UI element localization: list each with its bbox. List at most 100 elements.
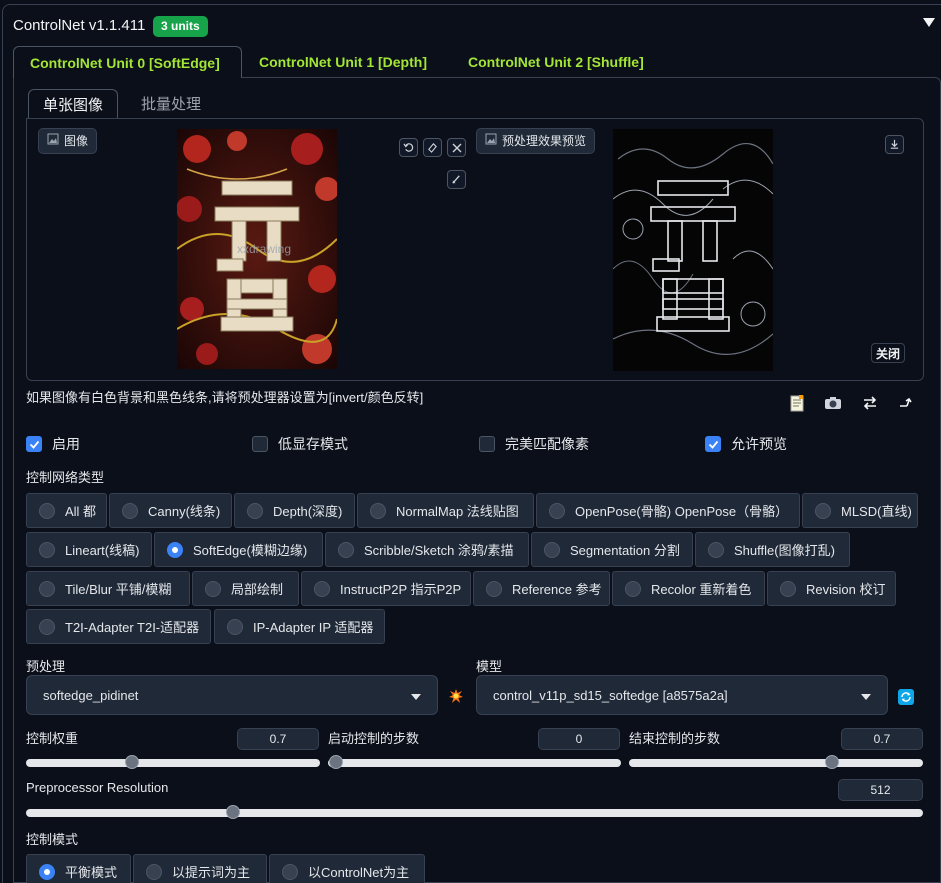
control-type-option[interactable]: Lineart(线稿) (26, 532, 152, 567)
tab-unit-2[interactable]: ControlNet Unit 2 [Shuffle] (452, 46, 660, 78)
pixel-perfect-checkbox[interactable]: 完美匹配像素 (479, 434, 589, 454)
tab-single-image[interactable]: 单张图像 (28, 89, 119, 120)
end-step-slider-thumb[interactable] (825, 755, 839, 769)
control-type-label: 控制网络类型 (26, 470, 105, 485)
allow-preview-checkbox[interactable]: 允许预览 (705, 434, 787, 454)
checkbox-unchecked-icon[interactable] (479, 436, 495, 452)
radio-icon[interactable] (544, 541, 560, 558)
control-type-option[interactable]: InstructP2P 指示P2P (301, 571, 471, 606)
control-type-option[interactable]: Recolor 重新着色 (612, 571, 765, 606)
control-type-option[interactable]: OpenPose(骨骼) OpenPose（骨骼） (536, 493, 800, 528)
control-type-option[interactable]: MLSD(直线) (802, 493, 918, 528)
tab-batch[interactable]: 批量处理 (127, 89, 215, 120)
tab-unit-0[interactable]: ControlNet Unit 0 [SoftEdge] (13, 46, 242, 78)
triangle-down-icon[interactable] (921, 14, 937, 30)
option-label: Tile/Blur 平铺/模糊 (65, 582, 172, 597)
arrow-up-right-icon[interactable] (895, 393, 917, 413)
resolution-slider[interactable] (26, 809, 923, 817)
option-label: 局部绘制 (231, 582, 284, 597)
brush-icon[interactable] (447, 170, 466, 189)
panel-title: ControlNet v1.1.411 (13, 17, 146, 34)
radio-icon[interactable] (338, 541, 354, 558)
control-type-option[interactable]: Shuffle(图像打乱) (695, 532, 850, 567)
weight-input[interactable]: 0.7 (237, 728, 319, 750)
weight-slider-thumb[interactable] (125, 755, 139, 769)
control-type-option[interactable]: IP-Adapter IP 适配器 (214, 609, 385, 644)
explosion-icon[interactable] (448, 688, 464, 707)
control-mode-option[interactable]: 以ControlNet为主 (269, 854, 425, 883)
checkbox-unchecked-icon[interactable] (252, 436, 268, 452)
enable-label: 启用 (52, 436, 80, 452)
radio-icon[interactable] (486, 580, 502, 597)
checkbox-checked-icon[interactable] (705, 436, 721, 452)
eraser-icon[interactable] (423, 138, 442, 157)
tab-unit-1[interactable]: ControlNet Unit 1 [Depth] (243, 46, 443, 78)
swap-icon[interactable] (859, 393, 881, 413)
control-type-option[interactable]: Tile/Blur 平铺/模糊 (26, 571, 190, 606)
radio-icon[interactable] (815, 502, 831, 519)
radio-icon[interactable] (146, 863, 162, 880)
radio-icon[interactable] (39, 502, 55, 519)
close-preview-button[interactable]: 关闭 (871, 343, 906, 363)
model-select[interactable]: control_v11p_sd15_softedge [a8575a2a] (476, 675, 888, 715)
undo-icon[interactable] (399, 138, 418, 157)
control-type-option[interactable]: SoftEdge(模糊边缘) (154, 532, 323, 567)
radio-icon[interactable] (370, 502, 386, 519)
radio-icon[interactable] (549, 502, 565, 519)
control-type-option[interactable]: Depth(深度) (234, 493, 355, 528)
weight-slider[interactable] (26, 759, 320, 767)
radio-icon[interactable] (227, 618, 243, 635)
option-label: Depth(深度) (273, 504, 343, 519)
radio-selected-icon[interactable] (39, 863, 55, 880)
start-step-input[interactable]: 0 (538, 728, 620, 750)
control-mode-option[interactable]: 平衡模式 (26, 854, 131, 883)
radio-icon[interactable] (39, 618, 55, 635)
control-type-option[interactable]: Reference 参考 (473, 571, 610, 606)
radio-icon[interactable] (780, 580, 796, 597)
radio-icon[interactable] (247, 502, 263, 519)
radio-icon[interactable] (39, 580, 55, 597)
preprocessor-select[interactable]: softedge_pidinet (26, 675, 438, 715)
download-icon[interactable] (885, 135, 904, 154)
control-mode-label: 控制模式 (26, 832, 79, 847)
camera-icon[interactable] (822, 393, 844, 413)
start-step-slider[interactable] (328, 759, 621, 767)
low-vram-checkbox[interactable]: 低显存模式 (252, 434, 348, 454)
end-step-input[interactable]: 0.7 (841, 728, 923, 750)
start-step-slider-thumb[interactable] (329, 755, 343, 769)
resolution-input[interactable]: 512 (838, 779, 923, 801)
resolution-slider-thumb[interactable] (226, 805, 240, 819)
control-mode-option[interactable]: 以提示词为主 (133, 854, 267, 883)
option-label: All 都 (65, 504, 97, 519)
invert-hint: 如果图像有白色背景和黑色线条,请将预处理器设置为[invert/颜色反转] (26, 390, 424, 405)
control-type-option[interactable]: Scribble/Sketch 涂鸦/素描 (325, 532, 529, 567)
radio-icon[interactable] (625, 580, 641, 597)
units-badge: 3 units (153, 16, 208, 37)
end-step-slider[interactable] (629, 759, 923, 767)
model-value: control_v11p_sd15_softedge [a8575a2a] (493, 687, 728, 703)
radio-icon[interactable] (708, 541, 724, 558)
radio-icon[interactable] (205, 580, 221, 597)
control-type-option[interactable]: Canny(线条) (109, 493, 232, 528)
control-type-option[interactable]: 局部绘制 (192, 571, 299, 606)
input-image[interactable]: xxdrawing (177, 129, 337, 369)
control-type-option[interactable]: Segmentation 分割 (531, 532, 693, 567)
enable-checkbox[interactable]: 启用 (26, 434, 80, 454)
radio-icon[interactable] (39, 541, 55, 558)
close-icon[interactable] (447, 138, 466, 157)
refresh-icon[interactable] (898, 689, 914, 705)
option-label: MLSD(直线) (841, 504, 912, 519)
radio-icon[interactable] (122, 502, 138, 519)
radio-selected-icon[interactable] (167, 541, 183, 558)
notepad-icon[interactable] (786, 393, 808, 413)
option-label: 以ControlNet为主 (308, 865, 410, 880)
checkbox-checked-icon[interactable] (26, 436, 42, 452)
radio-icon[interactable] (314, 580, 330, 597)
control-type-option[interactable]: All 都 (26, 493, 107, 528)
radio-icon[interactable] (282, 863, 298, 880)
control-type-option[interactable]: Revision 校订 (767, 571, 896, 606)
model-label: 模型 (476, 659, 503, 674)
control-type-option[interactable]: NormalMap 法线贴图 (357, 493, 534, 528)
preprocessor-value: softedge_pidinet (43, 687, 139, 703)
control-type-option[interactable]: T2I-Adapter T2I-适配器 (26, 609, 211, 644)
